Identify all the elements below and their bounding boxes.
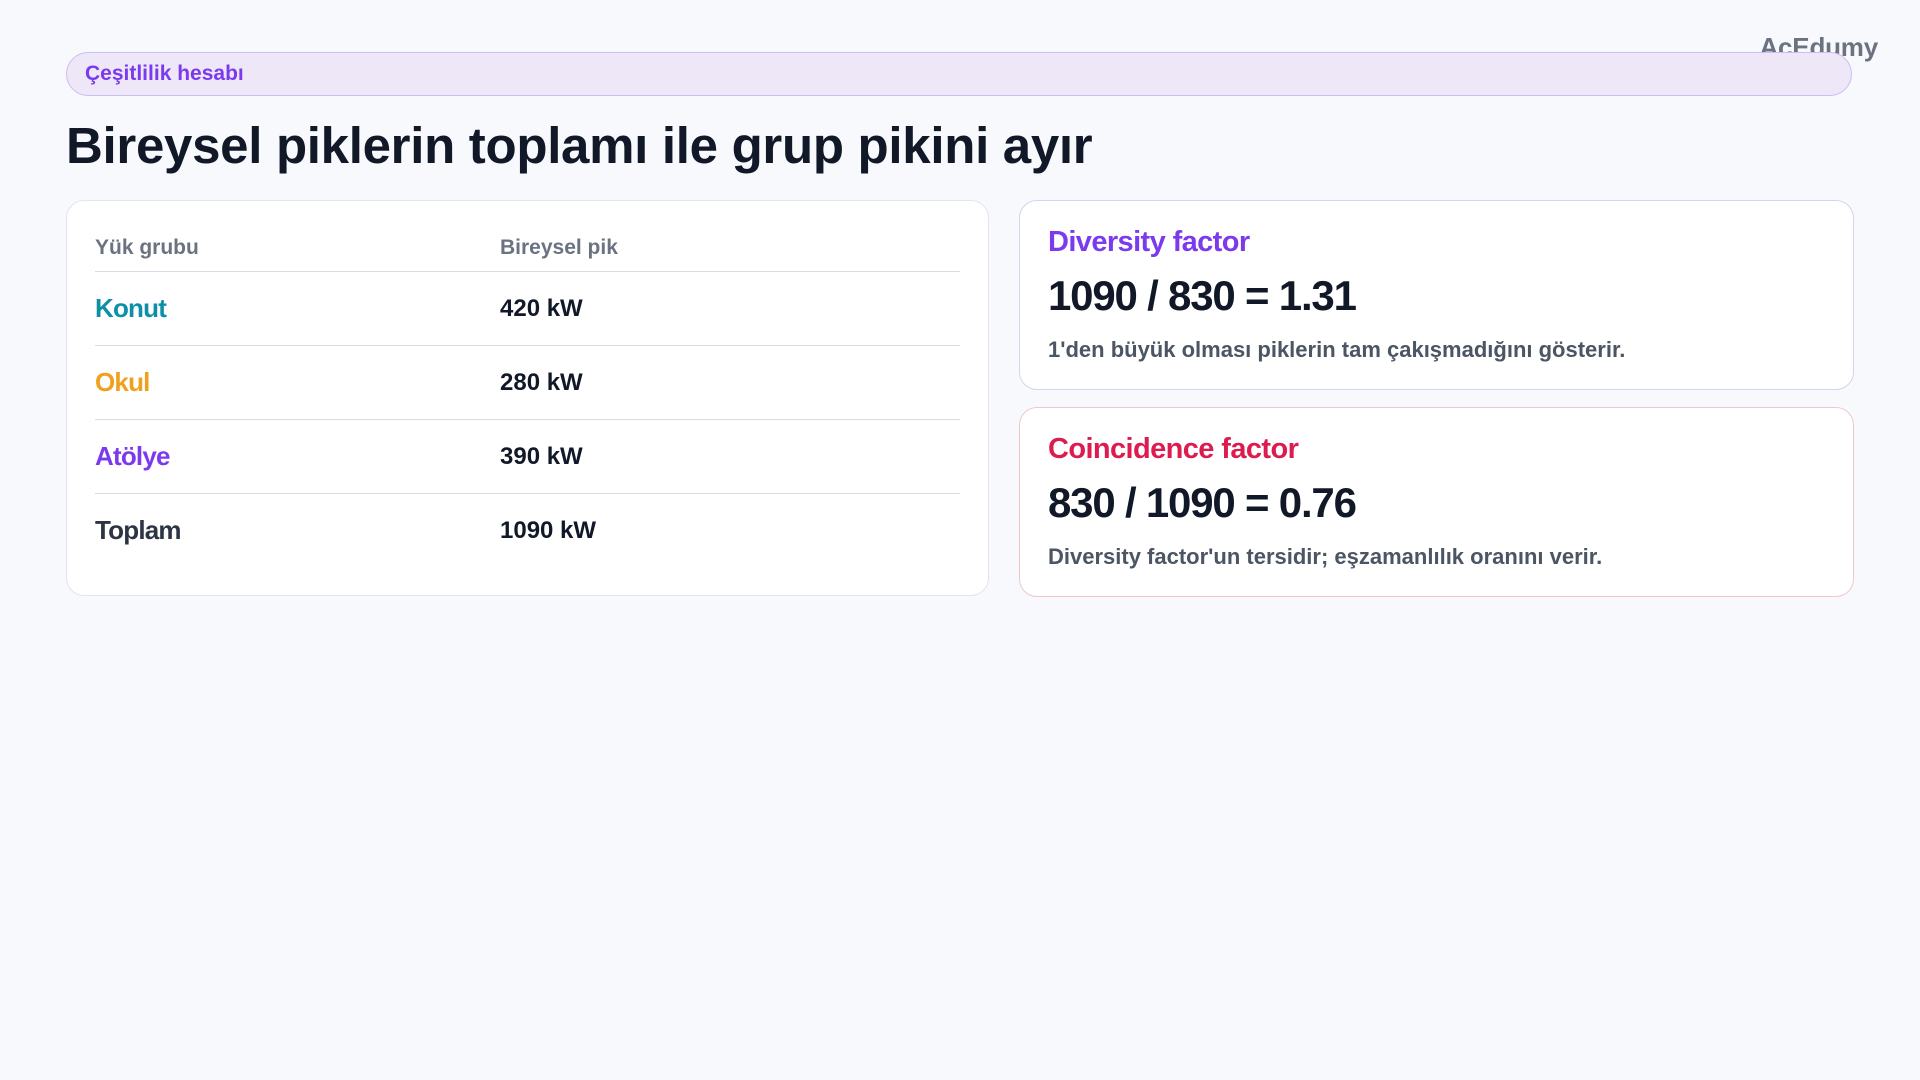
- load-group-name: Okul: [95, 345, 500, 420]
- section-pill: Çeşitlilik hesabı: [66, 52, 1852, 96]
- load-group-name: Konut: [95, 271, 500, 346]
- peak-table-card: Yük grubu Bireysel pik Konut 420 kW Okul…: [66, 200, 989, 596]
- coincidence-factor-title: Coincidence factor: [1048, 433, 1299, 465]
- column-header-individual-peak: Bireysel pik: [500, 225, 960, 272]
- page-title: Bireysel piklerin toplamı ile grup pikin…: [66, 117, 1093, 174]
- coincidence-factor-formula: 830 / 1090 = 0.76: [1048, 479, 1357, 526]
- table-row: Atölye 390 kW: [95, 419, 960, 494]
- coincidence-factor-note: Diversity factor'un tersidir; eşzamanlıl…: [1048, 544, 1603, 569]
- table-row: Konut 420 kW: [95, 271, 960, 346]
- peak-table: Yük grubu Bireysel pik Konut 420 kW Okul…: [95, 225, 960, 567]
- diversity-factor-note: 1'den büyük olması piklerin tam çakışmad…: [1048, 337, 1626, 362]
- coincidence-factor-card: Coincidence factor 830 / 1090 = 0.76 Div…: [1019, 407, 1854, 597]
- table-row-total: Toplam 1090 kW: [95, 494, 960, 568]
- diversity-factor-title: Diversity factor: [1048, 226, 1250, 258]
- column-header-load-group: Yük grubu: [95, 225, 500, 272]
- individual-peak-value: 390 kW: [500, 419, 960, 494]
- load-group-name: Atölye: [95, 419, 500, 494]
- total-peak-value: 1090 kW: [500, 516, 597, 544]
- diversity-factor-card: Diversity factor 1090 / 830 = 1.31 1'den…: [1019, 200, 1854, 390]
- section-pill-label: Çeşitlilik hesabı: [85, 62, 244, 85]
- individual-peak-value: 420 kW: [500, 271, 960, 346]
- diversity-factor-formula: 1090 / 830 = 1.31: [1048, 272, 1357, 319]
- table-row: Okul 280 kW: [95, 345, 960, 420]
- total-label: Toplam: [95, 515, 182, 545]
- table-header-row: Yük grubu Bireysel pik: [95, 225, 960, 272]
- individual-peak-value: 280 kW: [500, 345, 960, 420]
